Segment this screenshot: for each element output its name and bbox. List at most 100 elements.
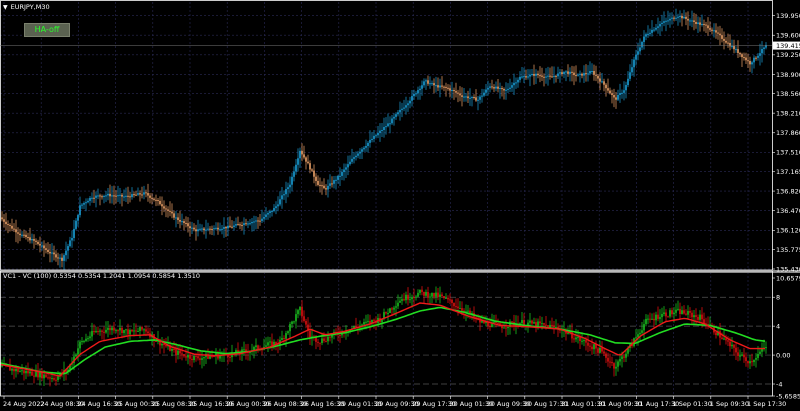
oscillator-body (641, 330, 643, 333)
oscillator-body (507, 326, 509, 329)
oscillator-body (431, 292, 433, 297)
price-bar (273, 208, 275, 211)
price-bar (511, 85, 513, 88)
oscillator-body (17, 368, 19, 372)
oscillator-body (467, 310, 469, 312)
price-tick-label: 138.210 (776, 109, 800, 117)
price-bar (17, 232, 19, 234)
oscillator-body (165, 345, 167, 347)
price-bar (267, 213, 269, 215)
price-bar (443, 86, 445, 88)
oscillator-body (91, 331, 93, 337)
oscillator-body (545, 324, 547, 326)
price-bar (327, 185, 329, 190)
oscillator-body (19, 371, 21, 373)
price-bar (351, 158, 353, 162)
price-bar (223, 227, 225, 229)
oscillator-body (171, 348, 173, 351)
symbol-header[interactable]: ▼ EURJPY,M30 (3, 3, 50, 11)
price-bar (491, 86, 493, 88)
price-bar (243, 223, 245, 226)
oscillator-body (541, 323, 543, 325)
price-bar (173, 213, 175, 218)
oscillator-body (435, 292, 437, 297)
price-bar (37, 241, 39, 244)
price-bar (131, 194, 133, 198)
price-bar (697, 22, 699, 24)
price-bar (187, 223, 189, 227)
price-bar (361, 149, 363, 152)
price-bar (369, 139, 371, 143)
price-bar (353, 157, 355, 159)
oscillator-body (537, 321, 539, 327)
oscillator-body (319, 342, 321, 344)
price-bar (415, 93, 417, 95)
oscillator-body (489, 325, 491, 328)
price-bar (33, 238, 35, 241)
price-bar (595, 74, 597, 76)
price-bar (759, 53, 761, 56)
price-bar (465, 96, 467, 98)
price-bar (587, 73, 589, 75)
oscillator-body (695, 315, 697, 317)
price-bar (197, 229, 199, 232)
oscillator-body (85, 338, 87, 341)
oscillator-body (439, 294, 441, 298)
oscillator-body (539, 321, 541, 324)
price-bar (455, 91, 457, 93)
price-bar (371, 138, 373, 140)
price-bar (137, 193, 139, 195)
oscillator-body (607, 357, 609, 362)
price-bar (249, 223, 251, 225)
price-bar (445, 86, 447, 88)
price-bar (685, 16, 687, 19)
price-bar (407, 103, 409, 106)
price-bar (659, 23, 661, 27)
price-bar (579, 73, 581, 75)
price-bar (417, 90, 419, 94)
oscillator-body (147, 331, 149, 334)
price-bar (509, 87, 511, 89)
price-bar (155, 199, 157, 201)
oscillator-tick-label: -4 (776, 380, 782, 388)
oscillator-body (415, 296, 417, 298)
price-tick-label: 135.430 (776, 265, 800, 273)
price-bar (85, 202, 87, 204)
oscillator-body (255, 345, 257, 348)
ha-toggle-button[interactable]: HA-off (24, 23, 70, 37)
price-bar (231, 226, 233, 228)
oscillator-body (613, 363, 615, 369)
oscillator-body (97, 331, 99, 333)
price-bar (355, 155, 357, 158)
price-bar (69, 240, 71, 247)
oscillator-body (269, 341, 271, 343)
price-bar (481, 95, 483, 97)
price-bar (669, 18, 671, 21)
price-bar (561, 72, 563, 74)
oscillator-body (329, 336, 331, 338)
price-bar (653, 29, 655, 31)
price-bar (135, 194, 137, 196)
oscillator-body (373, 319, 375, 321)
oscillator-body (137, 331, 139, 333)
price-bar (401, 108, 403, 110)
price-bar (601, 81, 603, 83)
price-tick-label: 139.950 (776, 12, 800, 20)
oscillator-body (643, 324, 645, 331)
chart-canvas[interactable]: 139.950 139.600 139.250 138.900 138.560 138.2… (0, 0, 800, 411)
price-bar (663, 21, 665, 23)
price-bar (437, 85, 439, 88)
price-bar (77, 215, 79, 221)
price-bar (59, 257, 61, 259)
oscillator-body (243, 349, 245, 351)
price-bar (405, 105, 407, 108)
oscillator-body (687, 311, 689, 315)
oscillator-body (127, 329, 129, 335)
oscillator-body (407, 294, 409, 300)
triangle-down-icon[interactable]: ▼ (3, 4, 8, 11)
oscillator-body (765, 347, 767, 349)
price-bar (219, 229, 221, 231)
oscillator-body (25, 370, 27, 374)
price-tick-label: 135.775 (776, 246, 800, 254)
oscillator-body (209, 356, 211, 359)
